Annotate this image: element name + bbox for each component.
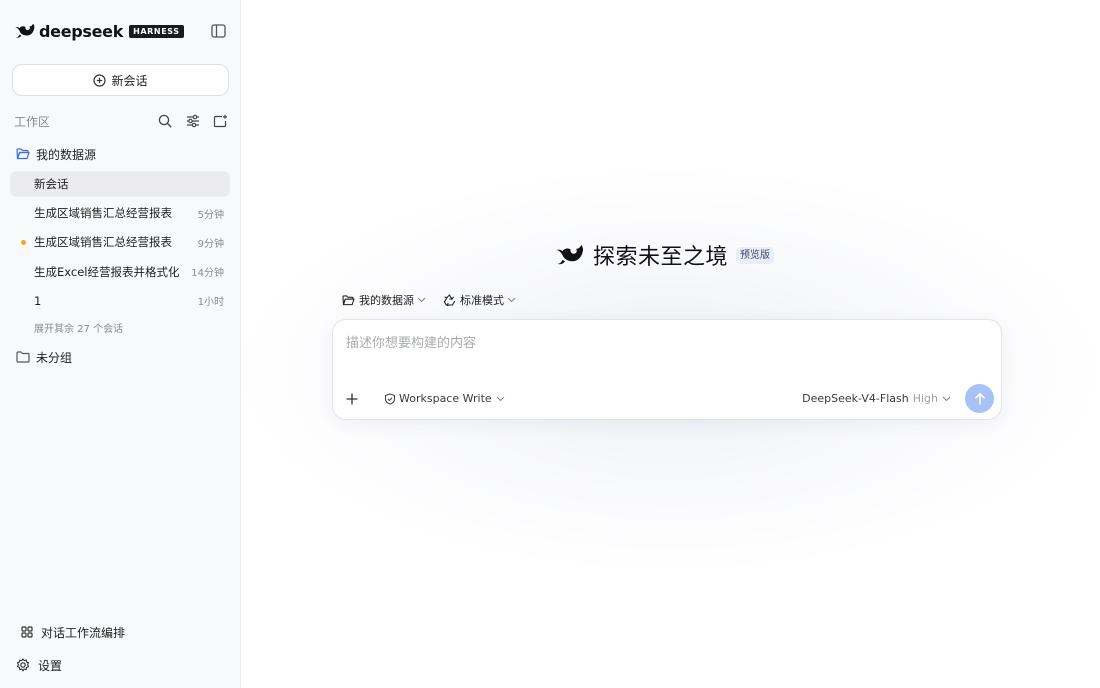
arrow-up-icon — [974, 393, 985, 405]
unread-dot — [21, 240, 26, 246]
chat-time: 14分钟 — [191, 268, 224, 280]
chat-title: 生成Excel经营报表并格式化 — [34, 264, 180, 279]
workflow-label: 对话工作流编排 — [41, 625, 126, 640]
folder-label: 我的数据源 — [36, 147, 97, 162]
selector-row: 我的数据源 标准模式 — [342, 291, 516, 309]
folder-plus-icon — [213, 114, 227, 128]
hero: 探索未至之境 预览版 — [555, 240, 775, 270]
plus-icon — [346, 393, 358, 405]
prompt-input[interactable] — [346, 332, 986, 354]
gear-icon — [16, 658, 30, 672]
sliders-icon — [186, 114, 199, 128]
chat-title: 1 — [34, 293, 42, 308]
send-button[interactable] — [965, 384, 994, 413]
main-area: 探索未至之境 预览版 我的数据源 标准模式 描述你想要构建的内容 Workspa… — [241, 0, 1100, 688]
chat-list: 新会话 生成区域销售汇总经营报表 5分钟 生成区域销售汇总经营报表 9分钟 生成… — [10, 171, 230, 317]
search-icon — [158, 114, 172, 128]
filter-button[interactable] — [185, 114, 200, 129]
chat-title: 生成区域销售汇总经营报表 — [34, 206, 172, 221]
workspace-header: 工作区 — [14, 112, 228, 130]
chat-item[interactable]: 新会话 — [10, 171, 230, 197]
settings-label: 设置 — [38, 658, 63, 673]
model-label: DeepSeek-V4-Flash — [802, 392, 909, 405]
new-chat-label: 新会话 — [111, 73, 148, 88]
recycle-icon — [443, 294, 456, 306]
mode-selector[interactable]: 标准模式 — [443, 292, 516, 308]
folder-ungrouped[interactable]: 未分组 — [16, 347, 72, 367]
brand-tag: HARNESS — [129, 24, 184, 38]
collapse-sidebar-button[interactable] — [209, 22, 227, 40]
chevron-down-icon — [507, 297, 516, 303]
folder-my-datasource[interactable]: 我的数据源 — [16, 144, 96, 164]
folder-label: 未分组 — [36, 350, 73, 365]
chat-item[interactable]: 生成Excel经营报表并格式化 14分钟 — [10, 259, 230, 285]
brand-name: deepseek — [39, 21, 124, 41]
chat-time: 5分钟 — [197, 209, 224, 221]
grid-icon — [21, 626, 33, 638]
chat-item[interactable]: 生成区域销售汇总经营报表 5分钟 — [10, 200, 230, 226]
deepseek-whale-icon — [15, 23, 35, 38]
datasource-label: 我的数据源 — [359, 294, 414, 307]
chevron-down-icon — [942, 396, 951, 401]
chat-time: 1小时 — [197, 297, 224, 309]
hero-title: 探索未至之境 — [593, 245, 729, 270]
chat-item[interactable]: 1 1小时 — [10, 288, 230, 314]
chevron-down-icon — [417, 297, 426, 303]
preview-badge: 预览版 — [736, 246, 775, 264]
brand[interactable]: deepseek HARNESS — [14, 20, 184, 42]
model-selector[interactable]: DeepSeek-V4-Flash High — [802, 392, 951, 405]
permission-selector[interactable]: Workspace Write — [384, 392, 505, 405]
workspace-tools — [157, 114, 228, 129]
folder-open-icon — [16, 148, 30, 160]
sidebar-toggle-icon — [210, 24, 226, 38]
chevron-down-icon — [496, 396, 505, 401]
search-button[interactable] — [157, 114, 172, 129]
chat-time: 9分钟 — [197, 238, 224, 250]
sidebar: deepseek HARNESS 新会话 工作区 我的数据源 新会话 生成区域销… — [0, 0, 241, 688]
permission-label: Workspace Write — [399, 392, 492, 405]
chat-item[interactable]: 生成区域销售汇总经营报表 9分钟 — [10, 229, 230, 255]
chat-title: 生成区域销售汇总经营报表 — [34, 235, 172, 250]
settings-button[interactable]: 设置 — [16, 655, 62, 675]
workspace-label: 工作区 — [14, 114, 51, 129]
deepseek-whale-icon — [556, 245, 584, 265]
workflow-button[interactable]: 对话工作流编排 — [21, 622, 125, 642]
folder-icon — [16, 351, 30, 363]
plus-circle-icon — [93, 73, 107, 87]
effort-label: High — [912, 392, 938, 405]
chat-title: 新会话 — [34, 177, 69, 191]
expand-more-chats[interactable]: 展开其余 27 个会话 — [34, 320, 123, 335]
shield-icon — [384, 392, 396, 405]
mode-label: 标准模式 — [460, 294, 504, 307]
datasource-selector[interactable]: 我的数据源 — [342, 292, 426, 308]
attach-button[interactable] — [341, 388, 363, 410]
folder-open-icon — [342, 294, 355, 305]
new-chat-button[interactable]: 新会话 — [12, 64, 229, 96]
new-folder-button[interactable] — [213, 114, 228, 129]
composer: Workspace Write DeepSeek-V4-Flash High — [332, 319, 1002, 420]
